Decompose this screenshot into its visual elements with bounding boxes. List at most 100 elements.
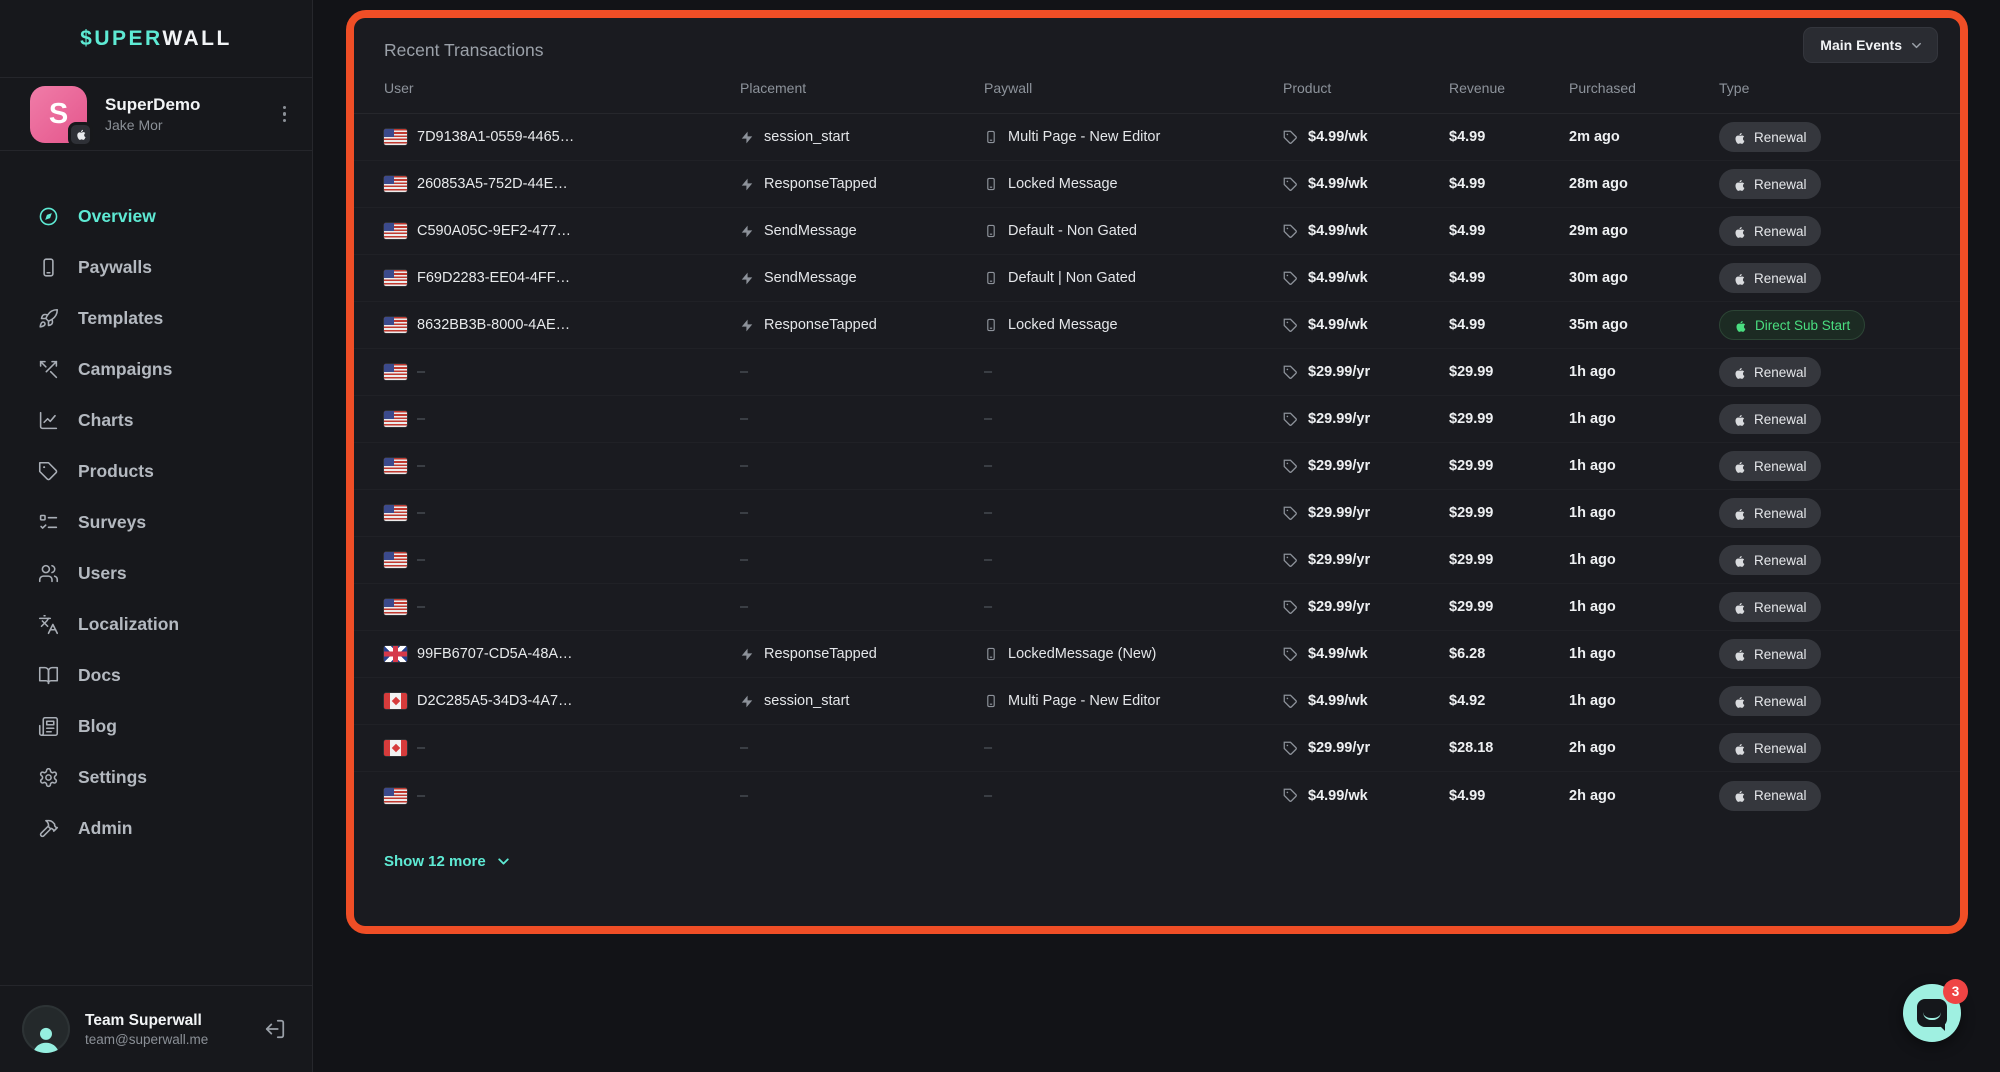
sidebar-item-charts[interactable]: Charts — [0, 395, 312, 446]
type-cell: Renewal — [1719, 451, 1930, 481]
zap-icon — [740, 224, 754, 239]
sidebar-item-docs[interactable]: Docs — [0, 650, 312, 701]
apple-icon — [1733, 366, 1746, 379]
table-row[interactable]: C590A05C-9EF2-477… SendMessage Default -… — [354, 208, 1960, 255]
chat-launcher-button[interactable]: 3 — [1903, 984, 1961, 1042]
table-row[interactable]: 99FB6707-CD5A-48A… ResponseTapped Locked… — [354, 631, 1960, 678]
sidebar-item-settings[interactable]: Settings — [0, 752, 312, 803]
product-cell: $4.99/wk — [1283, 693, 1449, 709]
type-cell: Renewal — [1719, 592, 1930, 622]
chat-bubble-icon — [1917, 999, 1947, 1027]
main-events-label: Main Events — [1820, 37, 1902, 53]
table-row[interactable]: F69D2283-EE04-4FF… SendMessage Default |… — [354, 255, 1960, 302]
zap-icon — [740, 271, 754, 286]
kebab-menu-icon[interactable] — [279, 102, 291, 127]
show-more-button[interactable]: Show 12 more — [354, 835, 542, 887]
product-cell: $4.99/wk — [1283, 270, 1449, 286]
apple-icon — [1733, 601, 1746, 614]
tag-icon — [1283, 412, 1298, 427]
table-row[interactable]: – – – $29.99/yr $29.99 1h ago Renewal — [354, 396, 1960, 443]
column-header-user: User — [384, 80, 740, 96]
table-row[interactable]: D2C285A5-34D3-4A7… session_start Multi P… — [354, 678, 1960, 725]
product-cell: $4.99/wk — [1283, 317, 1449, 333]
users-icon — [37, 563, 59, 585]
product-cell: $29.99/yr — [1283, 552, 1449, 568]
phone-icon — [984, 270, 998, 286]
sidebar-item-products[interactable]: Products — [0, 446, 312, 497]
placement-cell: ResponseTapped — [740, 317, 984, 333]
zap-icon — [740, 694, 754, 709]
sidebar-item-label: Charts — [78, 410, 133, 431]
sidebar-item-surveys[interactable]: Surveys — [0, 497, 312, 548]
country-flag-icon — [384, 646, 407, 662]
apple-icon — [1733, 460, 1746, 473]
table-row[interactable]: – – – $29.99/yr $28.18 2h ago Renewal — [354, 725, 1960, 772]
sidebar-item-blog[interactable]: Blog — [0, 701, 312, 752]
table-row[interactable]: – – – $29.99/yr $29.99 1h ago Renewal — [354, 443, 1960, 490]
chat-notification-badge: 3 — [1943, 979, 1968, 1004]
purchased-cell: 2h ago — [1569, 740, 1719, 756]
table-row[interactable]: – – – $4.99/wk $4.99 2h ago Renewal — [354, 772, 1960, 819]
tag-icon — [1283, 177, 1298, 192]
sidebar-item-templates[interactable]: Templates — [0, 293, 312, 344]
placement-cell: – — [740, 740, 984, 756]
paywall-cell: LockedMessage (New) — [984, 646, 1283, 662]
user-cell: – — [384, 740, 740, 756]
column-header-product: Product — [1283, 80, 1449, 96]
revenue-cell: $4.99 — [1449, 176, 1569, 192]
table-row[interactable]: – – – $29.99/yr $29.99 1h ago Renewal — [354, 349, 1960, 396]
table-row[interactable]: 8632BB3B-8000-4AE… ResponseTapped Locked… — [354, 302, 1960, 349]
paywall-cell: – — [984, 740, 1283, 756]
user-id: F69D2283-EE04-4FF… — [417, 270, 570, 286]
purchased-cell: 1h ago — [1569, 505, 1719, 521]
placement-cell: SendMessage — [740, 223, 984, 239]
type-cell: Renewal — [1719, 686, 1930, 716]
user-cell: – — [384, 458, 740, 474]
transaction-type-badge: Renewal — [1719, 592, 1821, 622]
main-events-dropdown[interactable]: Main Events — [1803, 27, 1938, 63]
app-logo[interactable]: $UPERWALL — [0, 0, 312, 78]
chevron-down-icon — [1909, 38, 1924, 53]
paywall-cell: Default - Non Gated — [984, 223, 1283, 239]
transaction-type-badge: Renewal — [1719, 733, 1821, 763]
revenue-cell: $4.99 — [1449, 270, 1569, 286]
sidebar-item-localization[interactable]: Localization — [0, 599, 312, 650]
table-row[interactable]: – – – $29.99/yr $29.99 1h ago Renewal — [354, 490, 1960, 537]
phone-icon — [984, 176, 998, 192]
country-flag-icon — [384, 411, 407, 427]
user-id: – — [417, 505, 425, 521]
transaction-type-badge: Renewal — [1719, 545, 1821, 575]
checklist-icon — [37, 512, 59, 534]
type-cell: Renewal — [1719, 122, 1930, 152]
sidebar-item-users[interactable]: Users — [0, 548, 312, 599]
logo-accent: $UPER — [80, 27, 162, 50]
sidebar-item-label: Admin — [78, 818, 132, 839]
sidebar-item-overview[interactable]: Overview — [0, 191, 312, 242]
sidebar-item-admin[interactable]: Admin — [0, 803, 312, 854]
user-cell: 8632BB3B-8000-4AE… — [384, 317, 740, 333]
sidebar-item-label: Campaigns — [78, 359, 172, 380]
table-header: UserPlacementPaywallProductRevenuePurcha… — [354, 62, 1960, 114]
placement-cell: SendMessage — [740, 270, 984, 286]
recent-transactions-card: Recent Transactions Main Events UserPlac… — [354, 18, 1960, 926]
tag-icon — [1283, 553, 1298, 568]
placement-cell: – — [740, 552, 984, 568]
country-flag-icon — [384, 129, 407, 145]
placement-cell: – — [740, 411, 984, 427]
sidebar-item-label: Surveys — [78, 512, 146, 533]
tag-icon — [1283, 694, 1298, 709]
table-row[interactable]: – – – $29.99/yr $29.99 1h ago Renewal — [354, 584, 1960, 631]
table-row[interactable]: 260853A5-752D-44E… ResponseTapped Locked… — [354, 161, 1960, 208]
user-id: 8632BB3B-8000-4AE… — [417, 317, 570, 333]
sidebar-item-paywalls[interactable]: Paywalls — [0, 242, 312, 293]
workspace-owner: Jake Mor — [105, 117, 261, 133]
sidebar-item-campaigns[interactable]: Campaigns — [0, 344, 312, 395]
table-row[interactable]: 7D9138A1-0559-4465… session_start Multi … — [354, 114, 1960, 161]
logout-icon[interactable] — [264, 1018, 286, 1040]
user-cell: C590A05C-9EF2-477… — [384, 223, 740, 239]
country-flag-icon — [384, 505, 407, 521]
purchased-cell: 1h ago — [1569, 693, 1719, 709]
table-row[interactable]: – – – $29.99/yr $29.99 1h ago Renewal — [354, 537, 1960, 584]
workspace-switcher[interactable]: S SuperDemo Jake Mor — [0, 78, 312, 151]
purchased-cell: 2h ago — [1569, 788, 1719, 804]
